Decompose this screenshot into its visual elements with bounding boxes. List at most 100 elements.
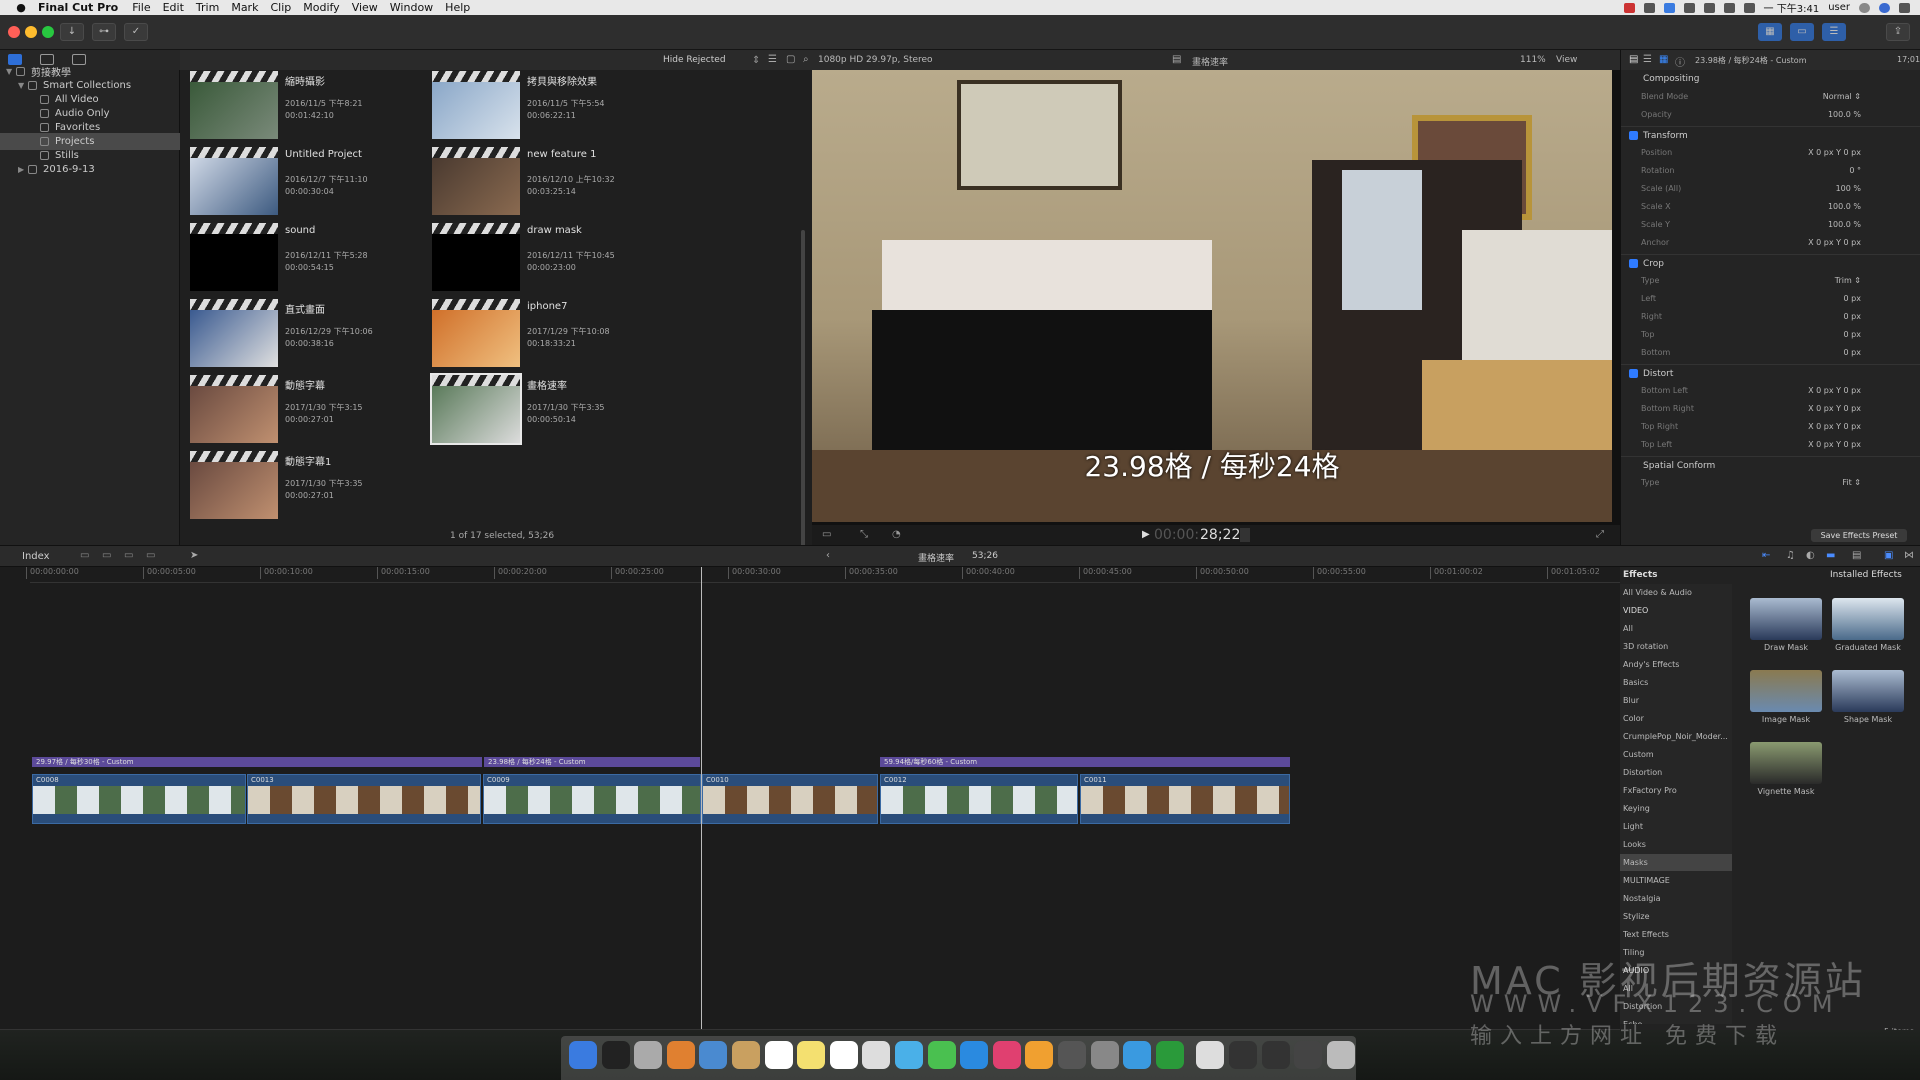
menu-item[interactable]: Edit: [163, 1, 184, 14]
menu-item[interactable]: Mark: [231, 1, 258, 14]
siri-icon[interactable]: [1879, 2, 1890, 13]
audio-meter-icon[interactable]: [1240, 528, 1250, 542]
notification-icon[interactable]: [1899, 2, 1910, 13]
effects-category[interactable]: CrumplePop_Noir_Moder...: [1620, 728, 1732, 745]
index-button[interactable]: Index: [22, 551, 50, 562]
apple-icon[interactable]: ●: [14, 1, 28, 14]
user-name[interactable]: user: [1828, 2, 1850, 13]
input-method-icon[interactable]: [1683, 2, 1695, 13]
insert-clip-icon[interactable]: ▭: [102, 550, 111, 561]
menu-item[interactable]: Clip: [270, 1, 291, 14]
calendar-icon[interactable]: [764, 1041, 793, 1069]
effects-category[interactable]: MULTIMAGE: [1620, 872, 1732, 889]
inspector-value[interactable]: X 0 px Y 0 px: [1808, 422, 1861, 431]
timeline[interactable]: 00:00:00:00 00:00:05:00 00:00:10:00 00:00:1…: [0, 567, 1620, 1030]
video-inspector-icon[interactable]: ▤: [1629, 54, 1638, 65]
window-icon[interactable]: [1261, 1041, 1290, 1069]
search-icon[interactable]: ⌕: [803, 54, 809, 65]
play-icon[interactable]: ▶: [1142, 529, 1150, 540]
timeline-clip[interactable]: C0009: [483, 774, 701, 824]
inspector-value[interactable]: 100.0 %: [1828, 220, 1861, 229]
inspector-value[interactable]: 100.0 %: [1828, 110, 1861, 119]
inspector-row[interactable]: Opacity 100.0 %: [1621, 106, 1920, 124]
inspector-row[interactable]: Scale X 100.0 %: [1621, 198, 1920, 216]
storyline-bar[interactable]: 59.94格/每秒60格 - Custom: [880, 757, 1290, 767]
browser-clip[interactable]: 畫格速率 2017/1/30 下午3:35 00:00:50:14: [422, 373, 662, 445]
inspector-row[interactable]: Top 0 px: [1621, 326, 1920, 344]
inspector-row[interactable]: Scale (All) 100 %: [1621, 180, 1920, 198]
effects-category[interactable]: Distortion: [1620, 764, 1732, 781]
filter-popup[interactable]: Hide Rejected: [663, 55, 726, 65]
timeline-clip[interactable]: C0010: [702, 774, 878, 824]
snapping-icon[interactable]: ▬: [1826, 550, 1835, 561]
keywords-icon[interactable]: ⊶: [92, 23, 116, 41]
timeline-clip[interactable]: C0011: [1080, 774, 1290, 824]
inspector-value[interactable]: X 0 px Y 0 px: [1808, 238, 1861, 247]
wifi-icon[interactable]: [1723, 2, 1735, 13]
browser-clip[interactable]: iphone7 2017/1/29 下午10:08 00:18:33:21: [422, 297, 662, 369]
effects-category[interactable]: FxFactory Pro: [1620, 782, 1732, 799]
menu-item[interactable]: Help: [445, 1, 470, 14]
menu-item[interactable]: Trim: [196, 1, 219, 14]
stickies-icon[interactable]: [797, 1041, 826, 1069]
inspector-value[interactable]: X 0 px Y 0 px: [1808, 440, 1861, 449]
inspector-value[interactable]: 0 px: [1844, 294, 1861, 303]
library-item[interactable]: ▶ 2016-9-13: [0, 161, 180, 178]
speed-icon[interactable]: ◔: [892, 529, 901, 540]
preview-icon[interactable]: [699, 1041, 728, 1069]
storyline-bar[interactable]: 29.97格 / 每秒30格 - Custom: [32, 757, 482, 767]
display-icon[interactable]: [1703, 2, 1715, 13]
effects-category[interactable]: Blur: [1620, 692, 1732, 709]
timeline-ruler[interactable]: 00:00:00:00 00:00:05:00 00:00:10:00 00:00:1…: [26, 567, 1620, 583]
effects-category[interactable]: Text Effects: [1620, 926, 1732, 943]
filter-tab-icon[interactable]: ▦: [1659, 54, 1668, 65]
effects-category[interactable]: Color: [1620, 710, 1732, 727]
browser-clip[interactable]: 動態字幕1 2017/1/30 下午3:35 00:00:27:01: [180, 449, 420, 521]
inspector-value[interactable]: 0 °: [1849, 166, 1861, 175]
view-popup[interactable]: View: [1556, 55, 1577, 65]
inspector-value[interactable]: X 0 px Y 0 px: [1808, 386, 1861, 395]
document-icon[interactable]: [1196, 1041, 1225, 1069]
launchpad-icon[interactable]: [634, 1041, 663, 1069]
inspector-row[interactable]: Type Trim ⇕: [1621, 272, 1920, 290]
browser-clip[interactable]: 拷貝與移除效果 2016/11/5 下午5:54 00:06:22:11: [422, 69, 662, 141]
reminders-icon[interactable]: [829, 1041, 858, 1069]
safari-icon[interactable]: [1123, 1041, 1152, 1069]
minimize-window-button[interactable]: [25, 26, 37, 38]
inspector-section-header[interactable]: Spatial Conform: [1621, 456, 1920, 474]
creative-cloud-icon[interactable]: [1643, 2, 1655, 13]
solo-icon[interactable]: ◐: [1806, 550, 1815, 561]
effect-thumbnail[interactable]: [1750, 598, 1822, 640]
inspector-section-header[interactable]: Compositing: [1621, 70, 1920, 88]
installed-effects-popup[interactable]: Installed Effects: [1830, 570, 1902, 580]
inspector-section-header[interactable]: Transform: [1621, 126, 1920, 144]
checkbox-icon[interactable]: [1629, 259, 1638, 268]
share-icon[interactable]: ⇪: [1886, 23, 1910, 41]
clip-thumbnail[interactable]: [190, 147, 278, 215]
app-menu[interactable]: Final Cut Pro: [38, 1, 118, 14]
clip-thumbnail[interactable]: [432, 299, 520, 367]
clip-thumbnail[interactable]: [190, 375, 278, 443]
effects-category[interactable]: Nostalgia: [1620, 890, 1732, 907]
browser-clip[interactable]: new feature 1 2016/12/10 上午10:32 00:03:25:…: [422, 145, 662, 217]
zoom-window-button[interactable]: [42, 26, 54, 38]
messages-icon[interactable]: [895, 1041, 923, 1069]
inspector-value[interactable]: 100.0 %: [1828, 202, 1861, 211]
inspector-value[interactable]: X 0 px Y 0 px: [1808, 148, 1861, 157]
effects-category[interactable]: VIDEO: [1620, 602, 1732, 619]
menu-item[interactable]: View: [352, 1, 378, 14]
photos-icon[interactable]: [1025, 1041, 1054, 1069]
menu-item[interactable]: File: [132, 1, 150, 14]
info-icon[interactable]: ⓘ: [1675, 54, 1685, 69]
record-icon[interactable]: [1623, 2, 1635, 13]
inspector-row[interactable]: Bottom 0 px: [1621, 344, 1920, 362]
window-icon[interactable]: [1229, 1041, 1257, 1069]
app-store-icon[interactable]: [960, 1041, 989, 1069]
inspector-value[interactable]: 100 %: [1836, 184, 1861, 193]
effects-category[interactable]: Custom: [1620, 746, 1732, 763]
inspector-section-header[interactable]: Crop: [1621, 254, 1920, 272]
clip-thumbnail[interactable]: [432, 147, 520, 215]
itunes-icon[interactable]: [992, 1041, 1021, 1069]
inspector-value[interactable]: 0 px: [1844, 348, 1861, 357]
effects-category[interactable]: 3D rotation: [1620, 638, 1732, 655]
